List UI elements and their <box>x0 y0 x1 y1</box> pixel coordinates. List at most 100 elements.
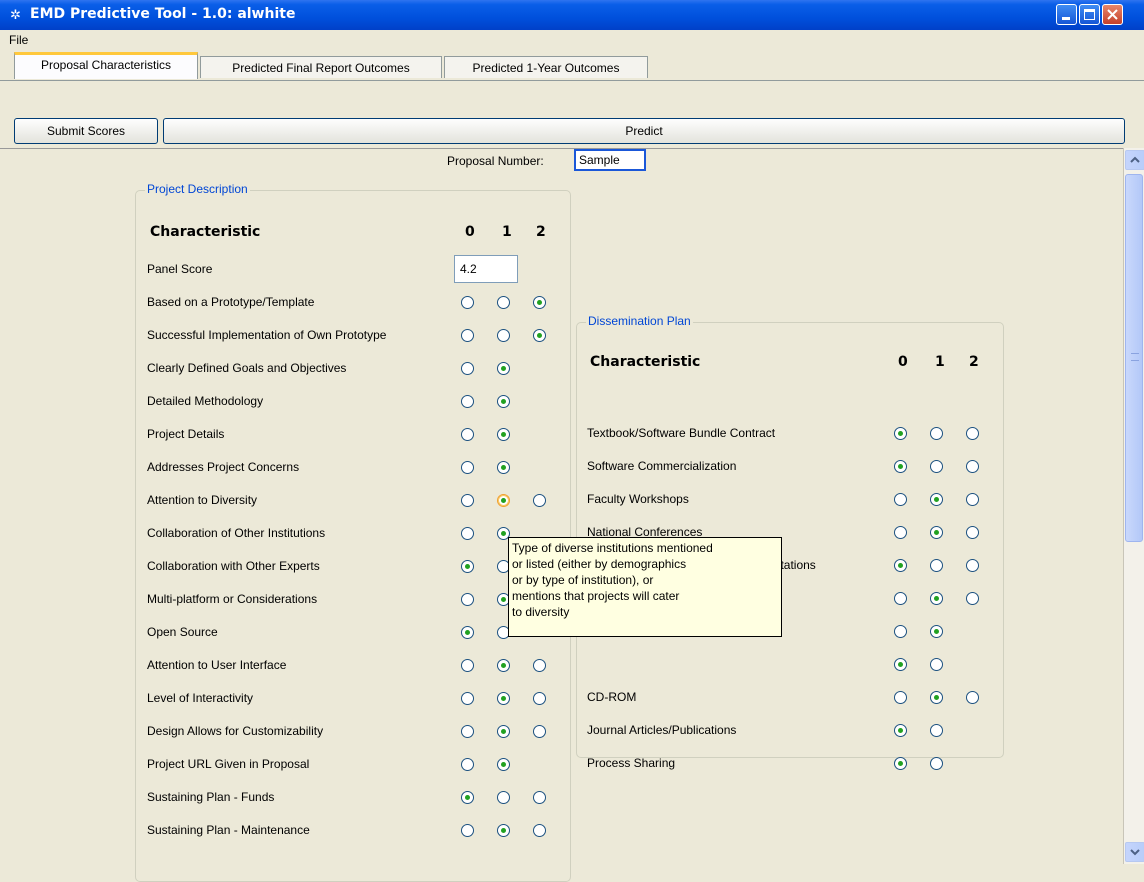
dp-radio-option-1[interactable] <box>930 757 943 770</box>
dp-radio-option-1[interactable] <box>930 724 943 737</box>
dp-radio-option-1[interactable] <box>930 658 943 671</box>
pd-radio-option-1[interactable] <box>497 758 510 771</box>
dp-radio-option-0[interactable] <box>894 691 907 704</box>
tooltip: Type of diverse institutions mentioned o… <box>508 537 782 637</box>
pd-radio-option-2[interactable] <box>533 296 546 309</box>
pd-radio-option-0[interactable] <box>461 659 474 672</box>
pd-radio-option-1[interactable] <box>497 395 510 408</box>
pd-radio-option-0[interactable] <box>461 461 474 474</box>
pd-radio-option-1[interactable] <box>497 824 510 837</box>
menu-file[interactable]: File <box>9 33 28 47</box>
dp-radio-option-0[interactable] <box>894 559 907 572</box>
dp-radio-option-1[interactable] <box>930 526 943 539</box>
dp-radio-option-0[interactable] <box>894 757 907 770</box>
pd-radio-option-1[interactable] <box>497 791 510 804</box>
submit-scores-button[interactable]: Submit Scores <box>14 118 158 144</box>
minimize-button[interactable] <box>1056 4 1077 25</box>
dp-row-label: Process Sharing <box>587 756 676 770</box>
pd-radio-option-0[interactable] <box>461 494 474 507</box>
project-description-title: Project Description <box>145 182 250 196</box>
dp-radio-option-0[interactable] <box>894 493 907 506</box>
dp-radio-option-0[interactable] <box>894 658 907 671</box>
dp-radio-option-0[interactable] <box>894 427 907 440</box>
close-icon <box>1107 9 1118 20</box>
pd-radio-option-0[interactable] <box>461 626 474 639</box>
pd-row-label: Open Source <box>147 625 218 639</box>
tooltip-line: to diversity <box>512 605 570 619</box>
dp-radio-option-1[interactable] <box>930 427 943 440</box>
dp-radio-option-2[interactable] <box>966 526 979 539</box>
pd-radio-option-0[interactable] <box>461 527 474 540</box>
predict-button[interactable]: Predict <box>163 118 1125 144</box>
pd-radio-option-0[interactable] <box>461 296 474 309</box>
dp-radio-option-1[interactable] <box>930 460 943 473</box>
scroll-down-button[interactable] <box>1125 842 1144 862</box>
tab-predicted-final-report-outcomes[interactable]: Predicted Final Report Outcomes <box>200 56 442 78</box>
column-2-header: 2 <box>536 224 546 240</box>
pd-radio-option-2[interactable] <box>533 329 546 342</box>
dp-radio-option-2[interactable] <box>966 559 979 572</box>
title-bar[interactable]: ✲ EMD Predictive Tool - 1.0: alwhite <box>0 0 1144 30</box>
column-0-header: 0 <box>465 224 475 240</box>
pd-radio-option-0[interactable] <box>461 362 474 375</box>
dp-radio-option-1[interactable] <box>930 592 943 605</box>
pd-radio-option-0[interactable] <box>461 428 474 441</box>
pd-radio-option-0[interactable] <box>461 395 474 408</box>
pd-row-label: Sustaining Plan - Funds <box>147 790 275 804</box>
close-button[interactable] <box>1102 4 1123 25</box>
dp-column-1-header: 1 <box>935 354 945 370</box>
pd-radio-option-2[interactable] <box>533 659 546 672</box>
column-1-header: 1 <box>502 224 512 240</box>
pd-radio-option-2[interactable] <box>533 725 546 738</box>
pd-radio-option-2[interactable] <box>533 692 546 705</box>
dp-radio-option-0[interactable] <box>894 460 907 473</box>
pd-radio-option-1[interactable] <box>497 692 510 705</box>
pd-radio-option-1[interactable] <box>497 659 510 672</box>
dp-radio-option-2[interactable] <box>966 592 979 605</box>
pd-radio-option-0[interactable] <box>461 329 474 342</box>
dp-radio-option-1[interactable] <box>930 559 943 572</box>
pd-radio-option-0[interactable] <box>461 725 474 738</box>
dp-radio-option-2[interactable] <box>966 691 979 704</box>
pd-radio-option-1[interactable] <box>497 329 510 342</box>
dp-row-label: Journal Articles/Publications <box>587 723 737 737</box>
dp-radio-option-1[interactable] <box>930 625 943 638</box>
dp-radio-option-2[interactable] <box>966 493 979 506</box>
dp-radio-option-0[interactable] <box>894 625 907 638</box>
vertical-scrollbar[interactable] <box>1123 148 1144 864</box>
scroll-thumb[interactable] <box>1125 174 1143 542</box>
scroll-up-button[interactable] <box>1125 150 1144 170</box>
dp-radio-option-2[interactable] <box>966 427 979 440</box>
pd-radio-option-2[interactable] <box>533 791 546 804</box>
pd-radio-option-2[interactable] <box>533 494 546 507</box>
dp-characteristic-header: Characteristic <box>590 354 701 370</box>
pd-radio-option-0[interactable] <box>461 692 474 705</box>
pd-radio-option-0[interactable] <box>461 560 474 573</box>
maximize-button[interactable] <box>1079 4 1100 25</box>
pd-row-label: Based on a Prototype/Template <box>147 295 315 309</box>
pd-radio-option-2[interactable] <box>533 824 546 837</box>
pd-radio-option-1[interactable] <box>497 725 510 738</box>
tooltip-line: or listed (either by demographics <box>512 557 687 571</box>
pd-radio-option-0[interactable] <box>461 791 474 804</box>
pd-radio-option-1[interactable] <box>497 362 510 375</box>
panel-score-input[interactable] <box>454 255 518 283</box>
pd-radio-option-1[interactable] <box>497 494 510 507</box>
dp-radio-option-0[interactable] <box>894 724 907 737</box>
minimize-icon <box>1062 17 1070 20</box>
pd-radio-option-0[interactable] <box>461 758 474 771</box>
pd-radio-option-1[interactable] <box>497 428 510 441</box>
proposal-number-input[interactable] <box>574 149 646 171</box>
dp-radio-option-0[interactable] <box>894 592 907 605</box>
pd-radio-option-1[interactable] <box>497 296 510 309</box>
pd-radio-option-1[interactable] <box>497 461 510 474</box>
tab-proposal-characteristics[interactable]: Proposal Characteristics <box>14 52 198 79</box>
tab-predicted-1-year-outcomes[interactable]: Predicted 1-Year Outcomes <box>444 56 648 78</box>
dp-radio-option-0[interactable] <box>894 526 907 539</box>
pd-radio-option-0[interactable] <box>461 593 474 606</box>
dp-row-label: Textbook/Software Bundle Contract <box>587 426 776 440</box>
dp-radio-option-1[interactable] <box>930 691 943 704</box>
dp-radio-option-2[interactable] <box>966 460 979 473</box>
pd-radio-option-0[interactable] <box>461 824 474 837</box>
dp-radio-option-1[interactable] <box>930 493 943 506</box>
